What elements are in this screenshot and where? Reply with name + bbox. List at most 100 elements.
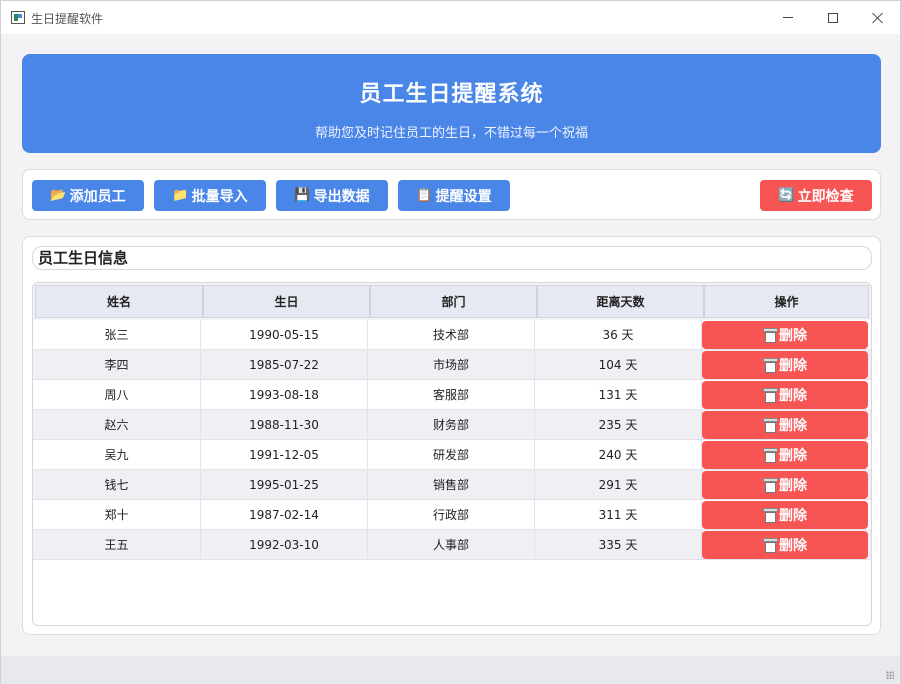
trash-icon [763,358,778,373]
table-row[interactable]: 赵六 1988-11-30 财务部 235 天 删除 [33,410,871,440]
close-icon [872,12,884,24]
window-title: 生日提醒软件 [31,12,104,26]
cell-birthday: 1993-08-18 [201,380,368,409]
delete-label: 删除 [779,538,807,554]
delete-label: 删除 [779,358,807,374]
cell-days: 104 天 [535,350,702,379]
delete-label: 删除 [779,478,807,494]
trash-icon [763,538,778,553]
trash-icon [763,328,778,343]
page-title: 员工生日提醒系统 [359,82,544,107]
trash-icon [763,448,778,463]
cell-days: 291 天 [535,470,702,499]
cell-department: 行政部 [368,500,535,529]
check-now-button[interactable]: 🔄 立即检查 [760,180,872,211]
header-banner: 员工生日提醒系统 帮助您及时记住员工的生日，不错过每一个祝福 [22,54,881,153]
cell-department: 销售部 [368,470,535,499]
trash-icon [763,388,778,403]
table-row[interactable]: 吴九 1991-12-05 研发部 240 天 删除 [33,440,871,470]
cell-name: 李四 [33,350,201,379]
folder-icon: 📁 [172,188,189,203]
delete-button[interactable]: 删除 [702,321,868,349]
cell-name: 钱七 [33,470,201,499]
column-header-days[interactable]: 距离天数 [537,285,704,318]
floppy-disk-icon: 💾 [294,188,311,203]
cell-days: 311 天 [535,500,702,529]
table-row[interactable]: 王五 1992-03-10 人事部 335 天 删除 [33,530,871,560]
cell-name: 周八 [33,380,201,409]
cell-birthday: 1985-07-22 [201,350,368,379]
cell-name: 郑十 [33,500,201,529]
batch-import-button[interactable]: 📁 批量导入 [154,180,266,211]
table-row[interactable]: 郑十 1987-02-14 行政部 311 天 删除 [33,500,871,530]
batch-import-label: 批量导入 [191,188,248,205]
clipboard-icon: 📋 [416,188,433,203]
cell-department: 技术部 [368,320,535,349]
column-header-actions[interactable]: 操作 [704,285,869,318]
cell-days: 240 天 [535,440,702,469]
cell-department: 研发部 [368,440,535,469]
cell-birthday: 1990-05-15 [201,320,368,349]
delete-button[interactable]: 删除 [702,441,868,469]
table-row[interactable]: 张三 1990-05-15 技术部 36 天 删除 [33,320,871,350]
cell-days: 131 天 [535,380,702,409]
column-header-department[interactable]: 部门 [370,285,537,318]
reminder-settings-label: 提醒设置 [435,188,492,205]
cell-name: 张三 [33,320,201,349]
title-bar: 生日提醒软件 [1,1,900,34]
trash-icon [763,418,778,433]
minimize-icon [783,17,793,18]
minimize-button[interactable] [765,1,811,34]
trash-icon [763,508,778,523]
column-header-name[interactable]: 姓名 [35,285,203,318]
section-title: 员工生日信息 [32,246,872,270]
table-row[interactable]: 李四 1985-07-22 市场部 104 天 删除 [33,350,871,380]
column-header-birthday[interactable]: 生日 [203,285,370,318]
cell-department: 市场部 [368,350,535,379]
cell-name: 吴九 [33,440,201,469]
cell-birthday: 1992-03-10 [201,530,368,559]
maximize-button[interactable] [810,1,856,34]
page-subtitle: 帮助您及时记住员工的生日，不错过每一个祝福 [314,126,588,141]
delete-button[interactable]: 删除 [702,351,868,379]
cell-birthday: 1995-01-25 [201,470,368,499]
toolbar: 📂 添加员工 📁 批量导入 💾 导出数据 📋 提醒设置 🔄 立即检查 [22,169,881,220]
employee-panel: 员工生日信息 姓名 生日 部门 距离天数 操作 张三 1990-05-15 技术… [22,236,881,635]
check-now-label: 立即检查 [797,188,854,205]
table-row[interactable]: 周八 1993-08-18 客服部 131 天 删除 [33,380,871,410]
delete-button[interactable]: 删除 [702,381,868,409]
cell-birthday: 1991-12-05 [201,440,368,469]
delete-button[interactable]: 删除 [702,471,868,499]
cell-days: 235 天 [535,410,702,439]
delete-label: 删除 [779,388,807,404]
refresh-icon: 🔄 [778,188,795,203]
maximize-icon [828,12,838,23]
delete-button[interactable]: 删除 [702,501,868,529]
employee-table: 姓名 生日 部门 距离天数 操作 张三 1990-05-15 技术部 36 天 … [32,282,872,626]
cell-birthday: 1987-02-14 [201,500,368,529]
app-window: 生日提醒软件 员工生日提醒系统 帮助您及时记住员工的生日，不错过每一个祝福 📂 … [0,0,901,684]
cell-department: 财务部 [368,410,535,439]
folder-add-icon: 📂 [50,188,67,203]
delete-label: 删除 [779,448,807,464]
cell-days: 36 天 [535,320,702,349]
delete-button[interactable]: 删除 [702,411,868,439]
cell-name: 王五 [33,530,201,559]
add-employee-button[interactable]: 📂 添加员工 [32,180,144,211]
cell-birthday: 1988-11-30 [201,410,368,439]
delete-label: 删除 [779,508,807,524]
delete-button[interactable]: 删除 [702,531,868,559]
app-icon [11,11,25,24]
add-employee-label: 添加员工 [69,188,126,205]
reminder-settings-button[interactable]: 📋 提醒设置 [398,180,510,211]
delete-label: 删除 [779,328,807,344]
cell-department: 人事部 [368,530,535,559]
close-button[interactable] [855,1,901,34]
cell-department: 客服部 [368,380,535,409]
export-data-button[interactable]: 💾 导出数据 [276,180,388,211]
delete-label: 删除 [779,418,807,434]
resize-grip-icon[interactable] [886,671,894,679]
table-row[interactable]: 钱七 1995-01-25 销售部 291 天 删除 [33,470,871,500]
trash-icon [763,478,778,493]
export-data-label: 导出数据 [313,188,370,205]
